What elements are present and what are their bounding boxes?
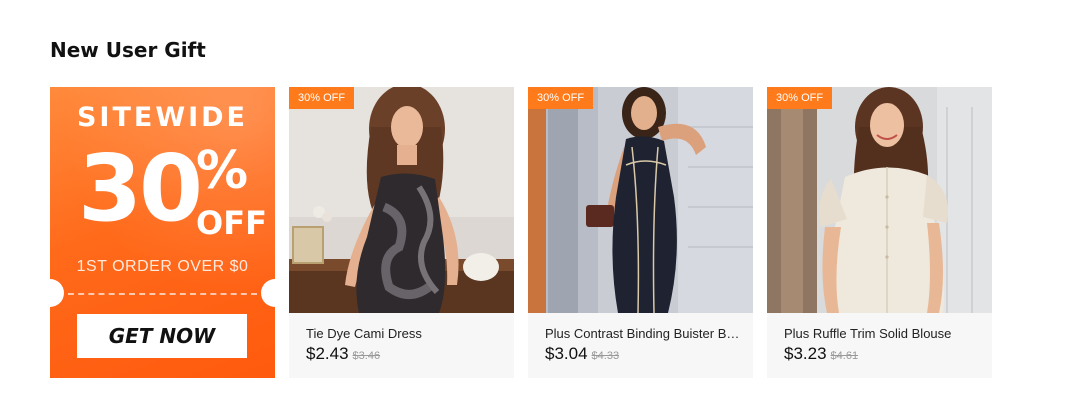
product-card[interactable]: 30% OFF Plus Contrast Binding Buister Bo…: [528, 87, 753, 378]
coupon-notch-left: [50, 279, 64, 307]
get-now-button[interactable]: GET NOW: [77, 314, 247, 358]
coupon-condition: 1ST ORDER OVER $0: [76, 258, 249, 275]
product-price: $2.43 $3.46: [306, 344, 380, 364]
discount-badge: 30% OFF: [289, 87, 355, 109]
product-card[interactable]: 30% OFF Plus Ruffle Trim Solid Blouse $3…: [767, 87, 992, 378]
product-card[interactable]: 30% OFF Tie Dye Cami Dress $2.43 $3.46: [289, 87, 514, 378]
coupon-divider: [68, 293, 257, 295]
coupon-discount-number: 30: [78, 135, 203, 242]
product-image[interactable]: 30% OFF: [528, 87, 753, 313]
product-photo-black-bodycon-dress: [528, 87, 753, 313]
current-price: $3.23: [784, 344, 827, 363]
discount-badge: 30% OFF: [767, 87, 833, 109]
product-image[interactable]: 30% OFF: [289, 87, 514, 313]
section-title: New User Gift: [50, 38, 206, 62]
product-price: $3.23 $4.61: [784, 344, 858, 364]
original-price: $4.33: [591, 350, 620, 362]
product-photo-ruffle-blouse: [767, 87, 992, 313]
product-photo-tie-dye-dress: [289, 87, 514, 313]
product-name[interactable]: Plus Ruffle Trim Solid Blouse: [784, 326, 982, 341]
product-image[interactable]: 30% OFF: [767, 87, 992, 313]
product-price: $3.04 $4.33: [545, 344, 619, 364]
coupon-notch-right: [261, 279, 275, 307]
current-price: $2.43: [306, 344, 349, 363]
coupon-percent-sign: %: [196, 141, 249, 201]
current-price: $3.04: [545, 344, 588, 363]
product-name[interactable]: Tie Dye Cami Dress: [306, 326, 504, 341]
coupon-headline: SITEWIDE: [76, 102, 249, 133]
new-user-coupon-card[interactable]: SITEWIDE 30 % OFF 1ST ORDER OVER $0 GET …: [50, 87, 275, 378]
original-price: $3.46: [352, 350, 381, 362]
discount-badge: 30% OFF: [528, 87, 594, 109]
product-name[interactable]: Plus Contrast Binding Buister Bo...: [545, 326, 743, 341]
original-price: $4.61: [830, 350, 859, 362]
coupon-off-label: OFF: [196, 204, 267, 242]
